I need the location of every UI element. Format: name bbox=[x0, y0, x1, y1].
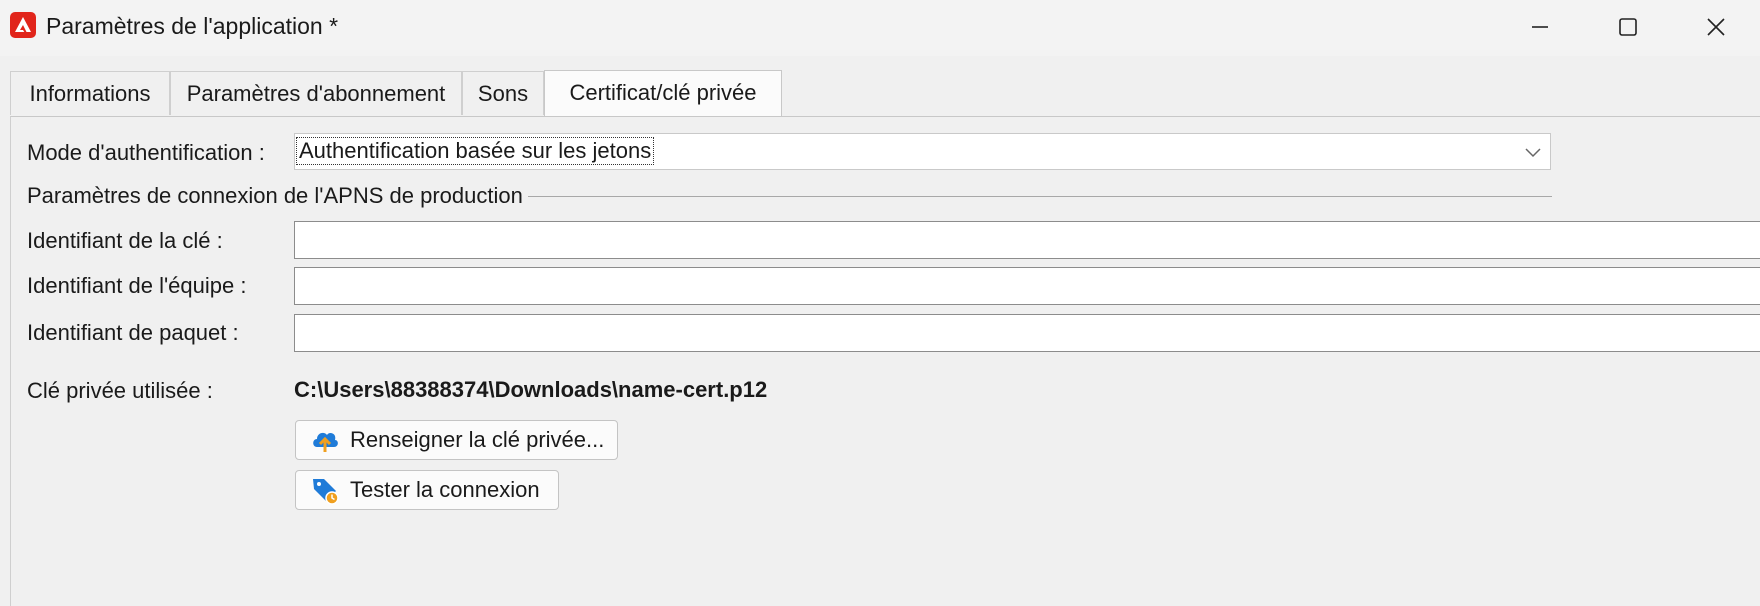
test-connection-button[interactable]: Tester la connexion bbox=[295, 470, 559, 510]
adobe-campaign-icon bbox=[10, 12, 36, 38]
tab-informations[interactable]: Informations bbox=[10, 71, 170, 115]
minimize-button[interactable] bbox=[1496, 0, 1584, 54]
chevron-down-icon[interactable] bbox=[1516, 134, 1550, 169]
key-id-input[interactable] bbox=[294, 221, 1760, 259]
test-connection-label: Tester la connexion bbox=[350, 477, 540, 502]
auth-mode-label: Mode d'authentification : bbox=[27, 140, 265, 165]
bundle-id-label: Identifiant de paquet : bbox=[27, 320, 239, 345]
window-title: Paramètres de l'application * bbox=[46, 13, 339, 39]
team-id-label: Identifiant de l'équipe : bbox=[27, 273, 247, 298]
tab-subscription-settings[interactable]: Paramètres d'abonnement bbox=[170, 71, 462, 115]
tab-sounds[interactable]: Sons bbox=[462, 71, 544, 115]
minimize-icon bbox=[1532, 26, 1548, 28]
title-bar: Paramètres de l'application * bbox=[0, 0, 1760, 56]
group-title: Paramètres de connexion de l'APNS de pro… bbox=[27, 183, 523, 208]
cloud-upload-icon bbox=[310, 425, 340, 455]
private-key-label: Clé privée utilisée : bbox=[27, 378, 213, 403]
fill-private-key-button[interactable]: Renseigner la clé privée... bbox=[295, 420, 618, 460]
bundle-id-input[interactable] bbox=[294, 314, 1760, 352]
close-icon bbox=[1707, 18, 1725, 36]
private-key-path: C:\Users\88388374\Downloads\name-cert.p1… bbox=[294, 377, 768, 402]
group-divider bbox=[528, 196, 1552, 197]
key-id-label: Identifiant de la clé : bbox=[27, 228, 223, 253]
maximize-icon bbox=[1619, 18, 1637, 36]
maximize-button[interactable] bbox=[1584, 0, 1672, 54]
tag-test-icon bbox=[310, 475, 340, 505]
auth-mode-select[interactable]: Authentification basée sur les jetons bbox=[294, 133, 1551, 170]
fill-private-key-label: Renseigner la clé privée... bbox=[350, 427, 605, 452]
tab-certificate-private-key[interactable]: Certificat/clé privée bbox=[544, 70, 782, 117]
team-id-input[interactable] bbox=[294, 267, 1760, 305]
auth-mode-value: Authentification basée sur les jetons bbox=[295, 137, 655, 165]
close-button[interactable] bbox=[1672, 0, 1760, 54]
